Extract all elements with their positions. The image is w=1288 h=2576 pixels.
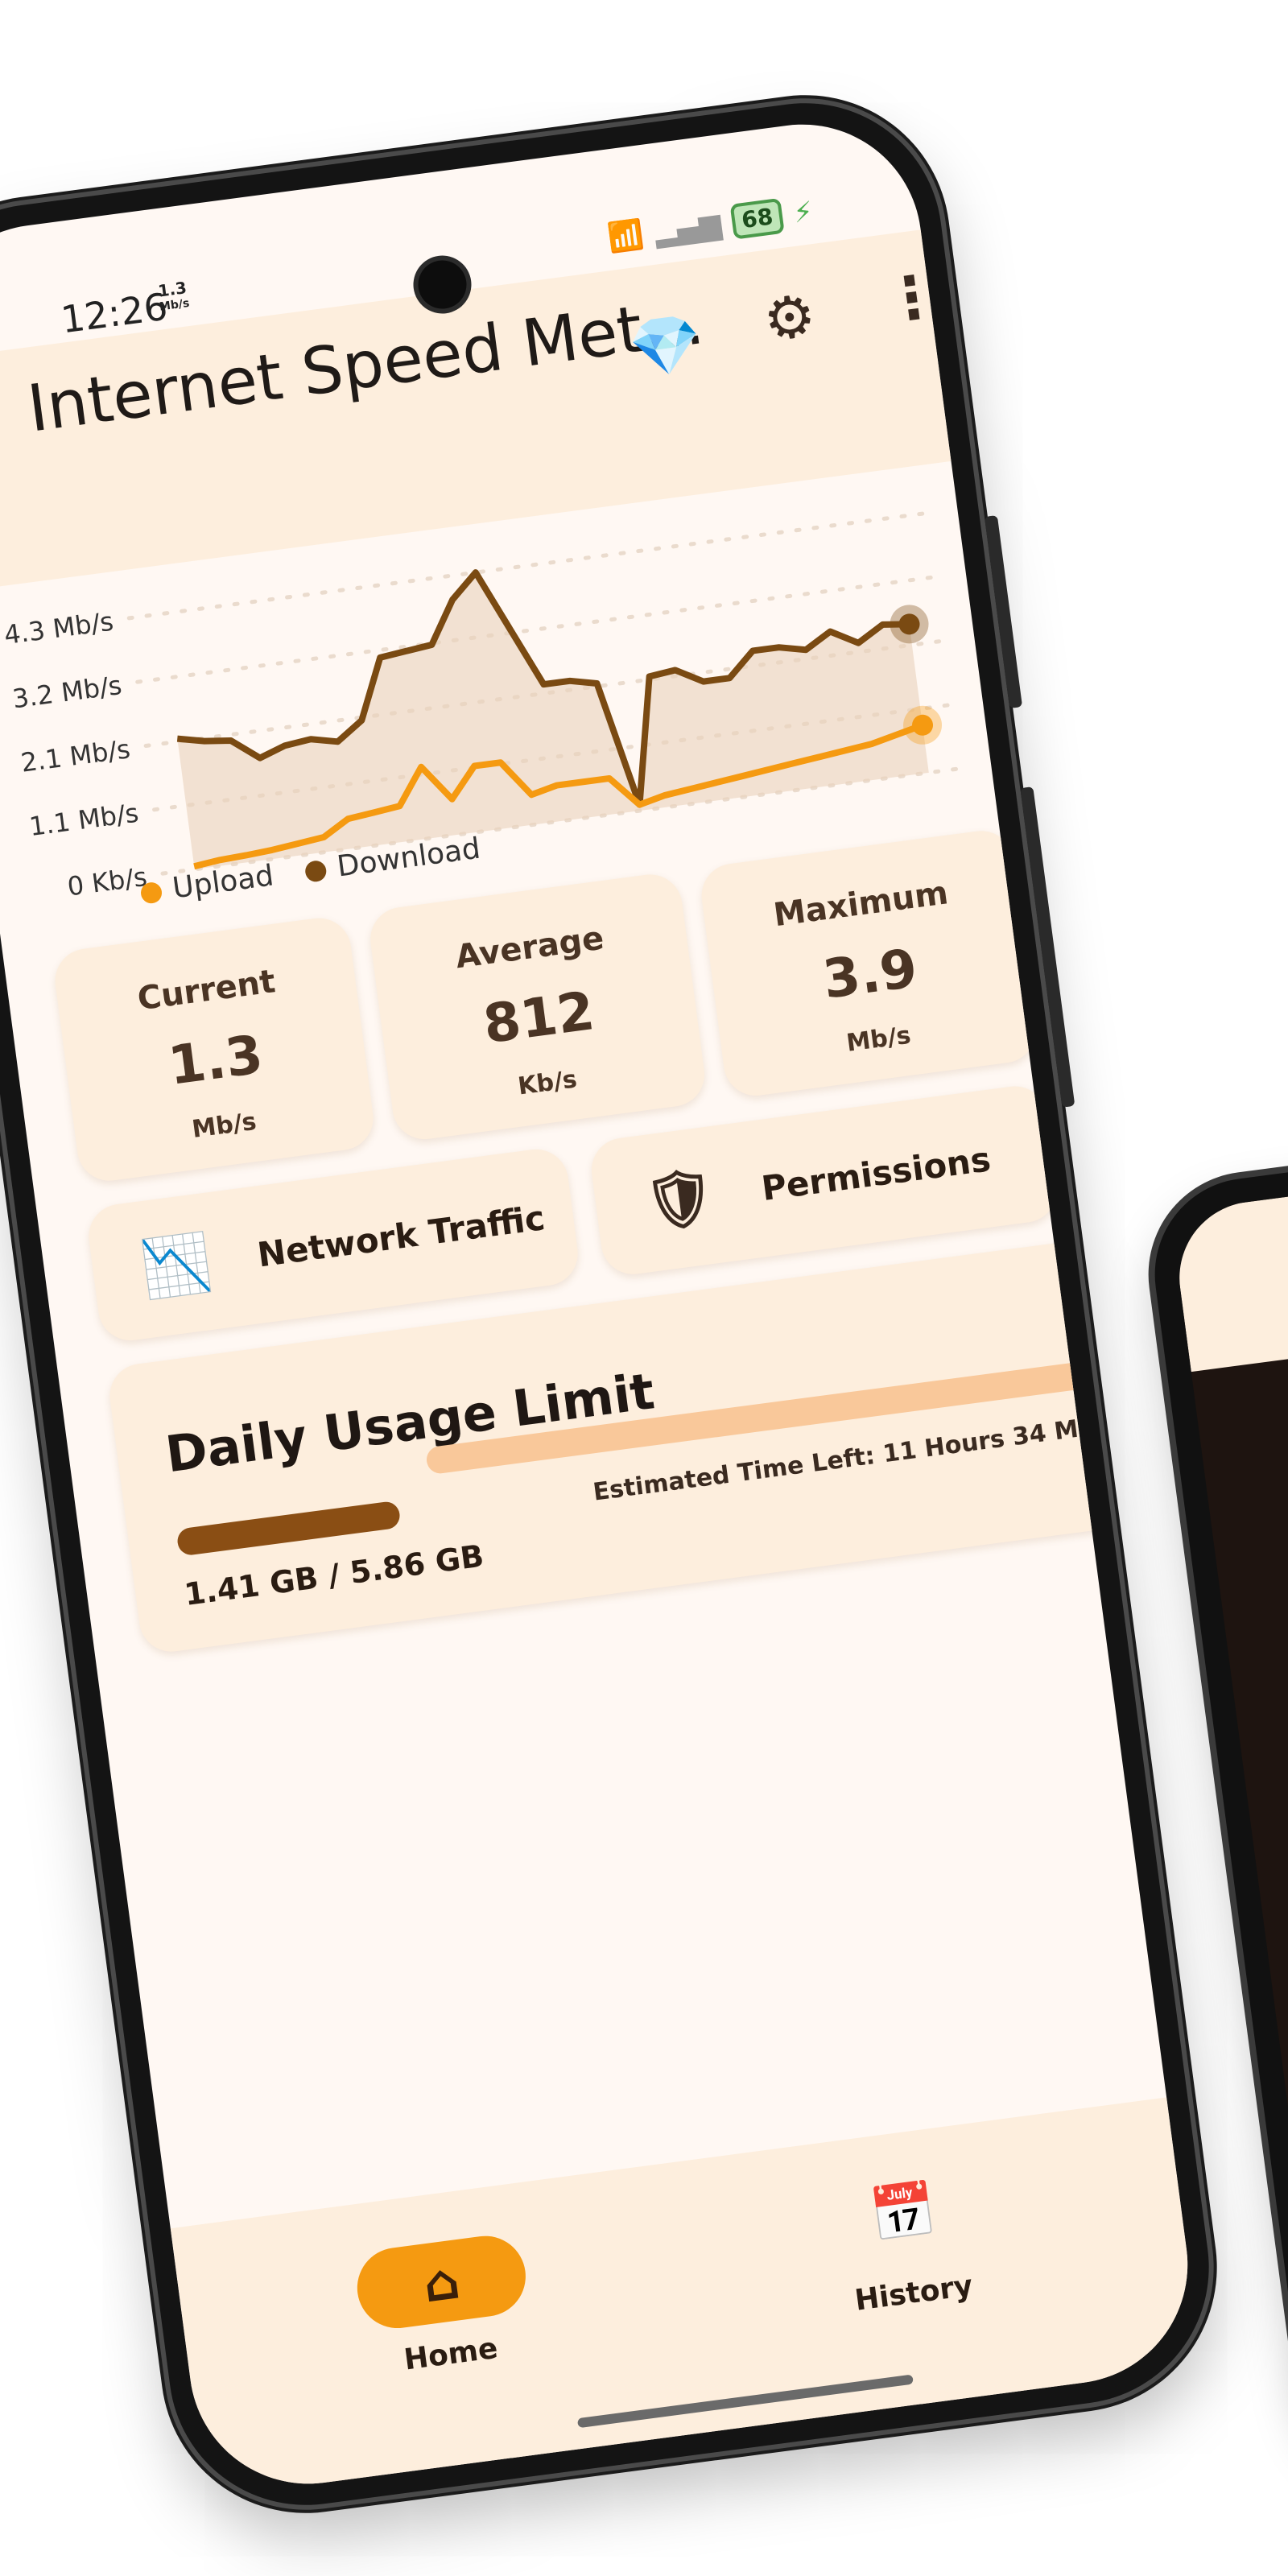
- second-phone-header: [1170, 1145, 1288, 1373]
- calendar-clock-icon: 📅: [866, 2177, 940, 2248]
- chart-search-icon: 📉: [137, 1228, 216, 1302]
- stat-average-value: 812: [480, 979, 598, 1056]
- y-tick-label: 4.3 Mb/s: [2, 606, 115, 650]
- wifi-icon: 📶: [605, 217, 646, 256]
- y-tick-label: 2.1 Mb/s: [19, 733, 132, 778]
- y-tick-label: 3.2 Mb/s: [10, 670, 123, 714]
- network-traffic-label: Network Traffic: [254, 1197, 547, 1275]
- diamond-crown-icon[interactable]: 💎: [625, 308, 706, 385]
- charging-icon: ⚡: [791, 195, 815, 230]
- usage-progress-bar: [175, 1500, 402, 1557]
- bottom-nav: ⌂ Home 📅 History: [170, 2097, 1203, 2499]
- stat-card-maximum: Maximum 3.9 Mb/s: [697, 827, 1040, 1100]
- permissions-label: Permissions: [759, 1138, 993, 1208]
- gear-icon[interactable]: ⚙: [759, 281, 819, 355]
- net-speed-unit: Mb/s: [159, 296, 191, 314]
- daily-usage-title: Daily Usage Limit: [162, 1361, 658, 1484]
- status-net-speed: 1.3 Mb/s: [156, 278, 191, 316]
- download-area: [177, 572, 929, 869]
- more-vert-icon[interactable]: ⋮: [878, 260, 944, 335]
- stat-card-average: Average 812 Kb/s: [366, 870, 708, 1143]
- power-button: [984, 514, 1023, 709]
- battery-icon: 68: [729, 197, 785, 240]
- nav-home-label: Home: [402, 2331, 500, 2377]
- upload-dot-icon: [139, 881, 163, 905]
- y-tick-label: 0 Kb/s: [65, 861, 148, 902]
- nav-history-label: History: [852, 2268, 975, 2318]
- download-dot-icon: [303, 859, 328, 883]
- stat-card-current: Current 1.3 Mb/s: [51, 914, 378, 1185]
- nav-home[interactable]: ⌂ Home: [352, 2231, 537, 2382]
- shield-user-icon: 🛡: [640, 1161, 720, 1236]
- nav-history[interactable]: 📅 History: [815, 2170, 1000, 2321]
- stat-current-value: 1.3: [164, 1023, 266, 1097]
- status-icons: 📶 ▂▄▆ 68 ⚡: [605, 194, 815, 256]
- phone-frame: 12:26 1.3 Mb/s 📶 ▂▄▆ 68 ⚡ Internet Speed…: [0, 86, 1226, 2522]
- signal-icon: ▂▄▆: [652, 207, 724, 249]
- home-icon: ⌂: [352, 2231, 530, 2334]
- y-tick-label: 1.1 Mb/s: [27, 798, 140, 842]
- stat-maximum-value: 3.9: [819, 937, 921, 1011]
- phone-screen: 12:26 1.3 Mb/s 📶 ▂▄▆ 68 ⚡ Internet Speed…: [0, 109, 1203, 2499]
